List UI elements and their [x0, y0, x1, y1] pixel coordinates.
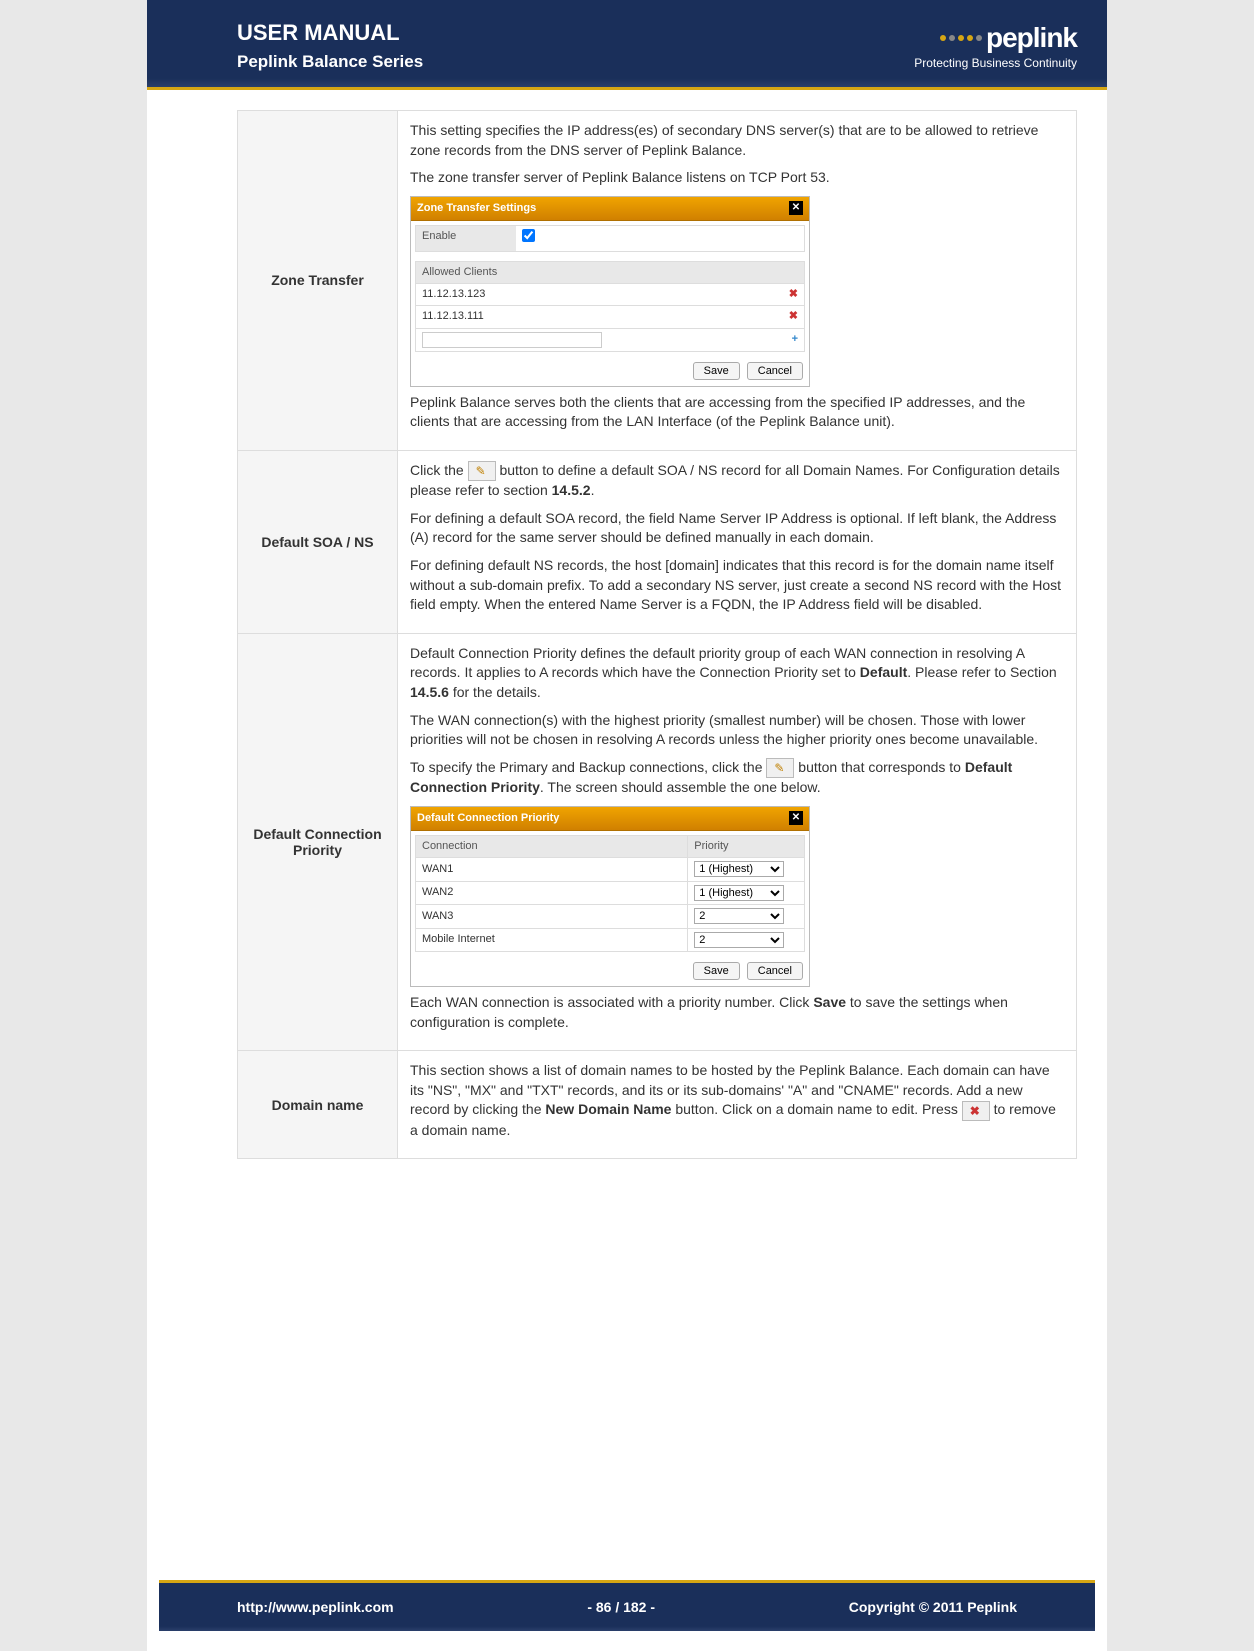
- header-bar: USER MANUAL Peplink Balance Series pepli…: [147, 0, 1107, 90]
- dialog-title: Zone Transfer Settings: [417, 201, 536, 216]
- default-soa-p1: Click the button to define a default SOA…: [410, 461, 1064, 501]
- footer-page: - 86 / 182 -: [587, 1599, 655, 1615]
- col-connection: Connection: [416, 836, 688, 858]
- client-ip: 11.12.13.123: [422, 287, 485, 302]
- allowed-clients-label: Allowed Clients: [422, 265, 497, 280]
- close-icon[interactable]: ✕: [789, 201, 803, 215]
- close-icon[interactable]: ✕: [789, 811, 803, 825]
- dialog-title: Default Connection Priority: [417, 811, 559, 826]
- cancel-button[interactable]: Cancel: [747, 962, 803, 980]
- edit-icon[interactable]: [766, 758, 794, 778]
- conn-name: Mobile Internet: [416, 928, 688, 951]
- doc-title: USER MANUAL: [237, 20, 423, 46]
- default-conn-p2: The WAN connection(s) with the highest p…: [410, 711, 1064, 750]
- save-button[interactable]: Save: [693, 962, 740, 980]
- domain-name-p1: This section shows a list of domain name…: [410, 1061, 1064, 1140]
- remove-icon[interactable]: [962, 1101, 990, 1121]
- row-label-default-soa: Default SOA / NS: [238, 450, 398, 633]
- zone-transfer-desc-3: Peplink Balance serves both the clients …: [410, 393, 1064, 432]
- edit-icon[interactable]: [468, 461, 496, 481]
- client-ip: 11.12.13.111: [422, 309, 484, 324]
- priority-select[interactable]: 1 (Highest): [694, 861, 784, 877]
- remove-client-icon[interactable]: ✖: [789, 287, 798, 302]
- default-conn-p3: To specify the Primary and Backup connec…: [410, 758, 1064, 798]
- row-label-domain-name: Domain name: [238, 1051, 398, 1159]
- footer-bar: http://www.peplink.com - 86 / 182 - Copy…: [159, 1580, 1095, 1631]
- add-client-icon[interactable]: +: [792, 332, 798, 347]
- settings-table: Zone Transfer This setting specifies the…: [237, 110, 1077, 1159]
- logo-dots-icon: [940, 35, 982, 41]
- zone-transfer-dialog: Zone Transfer Settings ✕ Enable: [410, 196, 810, 387]
- default-soa-p2: For defining a default SOA record, the f…: [410, 509, 1064, 548]
- conn-name: WAN2: [416, 881, 688, 904]
- zone-transfer-desc-2: The zone transfer server of Peplink Bala…: [410, 168, 1064, 188]
- doc-subtitle: Peplink Balance Series: [237, 52, 423, 72]
- row-label-default-conn: Default Connection Priority: [238, 633, 398, 1050]
- new-client-input[interactable]: [422, 332, 602, 348]
- cancel-button[interactable]: Cancel: [747, 362, 803, 380]
- remove-client-icon[interactable]: ✖: [789, 309, 798, 324]
- default-conn-p4: Each WAN connection is associated with a…: [410, 993, 1064, 1032]
- col-priority: Priority: [688, 836, 805, 858]
- conn-name: WAN1: [416, 858, 688, 881]
- row-label-zone-transfer: Zone Transfer: [238, 111, 398, 451]
- brand-name: peplink: [986, 22, 1077, 54]
- connection-priority-dialog: Default Connection Priority ✕ Connection…: [410, 806, 810, 987]
- default-conn-p1: Default Connection Priority defines the …: [410, 644, 1064, 703]
- default-soa-p3: For defining default NS records, the hos…: [410, 556, 1064, 615]
- priority-select[interactable]: 1 (Highest): [694, 885, 784, 901]
- zone-transfer-desc-1: This setting specifies the IP address(es…: [410, 121, 1064, 160]
- conn-name: WAN3: [416, 905, 688, 928]
- brand-block: peplink Protecting Business Continuity: [914, 22, 1077, 70]
- priority-select[interactable]: 2: [694, 908, 784, 924]
- save-button[interactable]: Save: [693, 362, 740, 380]
- footer-url: http://www.peplink.com: [237, 1599, 394, 1615]
- priority-select[interactable]: 2: [694, 932, 784, 948]
- footer-copyright: Copyright © 2011 Peplink: [849, 1599, 1017, 1615]
- enable-checkbox[interactable]: [522, 229, 535, 242]
- brand-tagline: Protecting Business Continuity: [914, 56, 1077, 70]
- enable-label: Enable: [416, 226, 516, 250]
